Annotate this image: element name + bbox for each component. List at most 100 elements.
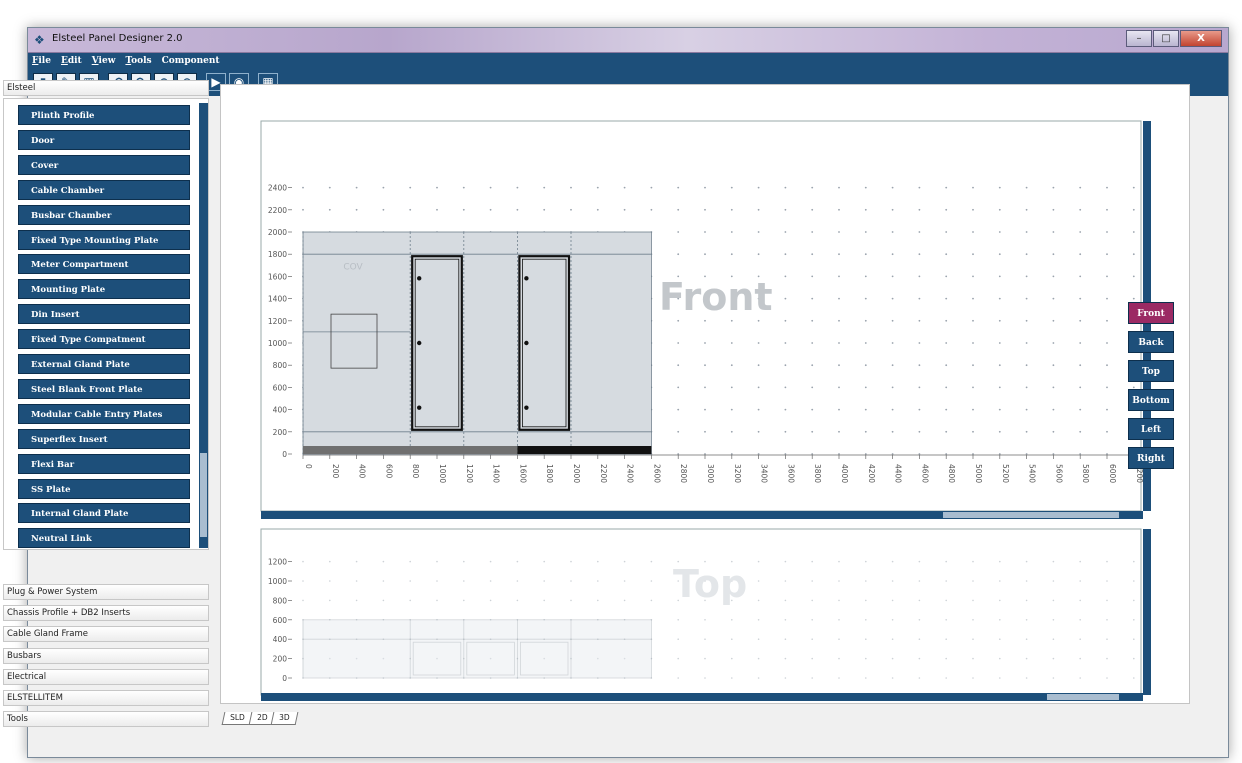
grid-dot <box>811 453 814 455</box>
menu-item-view[interactable]: View <box>92 56 116 66</box>
grid-dot <box>811 599 813 602</box>
view-button-right[interactable]: Right <box>1128 447 1174 469</box>
top-panel-assembly[interactable] <box>302 619 652 679</box>
grid-dot <box>1133 580 1135 582</box>
view-button-bottom[interactable]: Bottom <box>1128 389 1174 411</box>
component-button-ss-plate[interactable]: SS Plate <box>18 478 190 499</box>
category-elsteel[interactable]: Elsteel <box>3 80 209 96</box>
grid-dot <box>999 560 1001 563</box>
menu-item-component[interactable]: Component <box>162 56 220 66</box>
category-chassis-profile-db2-inserts[interactable]: Chassis Profile + DB2 Inserts <box>3 605 209 622</box>
grid-dot <box>1079 186 1082 189</box>
grid-dot <box>570 580 572 582</box>
grid-dot <box>1025 560 1028 563</box>
grid-dot <box>838 386 840 389</box>
grid-dot <box>918 342 921 344</box>
grid-dot <box>1106 231 1108 233</box>
grid-dot <box>757 430 760 433</box>
panel-assembly[interactable]: COV <box>302 231 652 455</box>
grid-dot <box>1106 364 1108 367</box>
top-h-scrollbar[interactable] <box>261 693 1143 701</box>
grid-dot <box>1106 275 1108 278</box>
component-scrollbar[interactable] <box>199 103 208 548</box>
component-button-mounting-plate[interactable]: Mounting Plate <box>18 279 190 300</box>
grid-dot <box>570 208 572 211</box>
component-button-fixed-type-compatment[interactable]: Fixed Type Compatment <box>18 329 190 350</box>
grid-dot <box>382 186 385 189</box>
grid-dot <box>704 253 706 256</box>
close-button[interactable]: X <box>1180 30 1222 47</box>
design-canvas[interactable]: COV2400220020001800160014001200100080060… <box>221 85 1189 703</box>
front-h-scroll-thumb[interactable] <box>943 512 1119 518</box>
minimize-button[interactable]: – <box>1126 30 1152 47</box>
component-button-door[interactable]: Door <box>18 129 190 150</box>
component-button-cover[interactable]: Cover <box>18 154 190 175</box>
category-cable-gland-frame[interactable]: Cable Gland Frame <box>3 626 209 643</box>
grid-dot <box>1025 430 1028 433</box>
x-tick-label: 0 <box>304 464 313 469</box>
top-v-scrollbar[interactable] <box>1143 529 1151 695</box>
grid-dot <box>463 560 465 563</box>
grid-dot <box>677 619 679 621</box>
component-button-modular-cable-entry-plates[interactable]: Modular Cable Entry Plates <box>18 403 190 424</box>
component-button-meter-compartment[interactable]: Meter Compartment <box>18 254 190 275</box>
component-button-external-gland-plate[interactable]: External Gland Plate <box>18 354 190 374</box>
grid-dot <box>918 253 921 256</box>
grid-dot <box>1133 677 1135 679</box>
grid-dot <box>1052 208 1055 211</box>
grid-dot <box>1052 580 1055 582</box>
menu-item-tools[interactable]: Tools <box>125 56 151 66</box>
grid-dot <box>999 657 1001 660</box>
grid-dot <box>811 638 813 640</box>
scrollbar-thumb[interactable] <box>200 453 207 537</box>
x-tick-label: 5000 <box>974 464 983 483</box>
view-button-back[interactable]: Back <box>1128 331 1174 353</box>
category-electrical[interactable]: Electrical <box>3 668 209 685</box>
grid-dot <box>864 208 867 211</box>
component-button-steel-blank-front-plate[interactable]: Steel Blank Front Plate <box>18 378 190 399</box>
component-button-neutral-link[interactable]: Neutral Link <box>18 528 190 549</box>
component-button-busbar-chamber[interactable]: Busbar Chamber <box>18 204 190 225</box>
tab-3d[interactable]: 3D <box>270 712 299 725</box>
component-button-plinth-profile[interactable]: Plinth Profile <box>18 105 190 125</box>
grid-dot <box>757 619 760 621</box>
component-button-flexi-bar[interactable]: Flexi Bar <box>18 453 190 474</box>
grid-dot <box>784 453 787 455</box>
category-busbars[interactable]: Busbars <box>3 647 209 664</box>
grid-dot <box>1106 638 1108 640</box>
grid-dot <box>1106 619 1108 621</box>
category-elstellitem[interactable]: ELSTELLITEM <box>3 690 209 706</box>
grid-dot <box>302 208 304 211</box>
grid-dot <box>998 208 1001 211</box>
grid-dot <box>838 319 840 322</box>
category-plug-power-system[interactable]: Plug & Power System <box>3 584 209 600</box>
view-button-front[interactable]: Front <box>1128 302 1174 324</box>
door-hinge <box>524 405 529 410</box>
component-button-fixed-type-mounting-plate[interactable]: Fixed Type Mounting Plate <box>18 229 190 250</box>
top-panel-body[interactable] <box>302 619 652 679</box>
top-h-scroll-thumb[interactable] <box>1047 694 1119 700</box>
grid-dot <box>730 208 733 211</box>
grid-dot <box>865 619 867 621</box>
grid-dot <box>838 677 840 679</box>
component-button-cable-chamber[interactable]: Cable Chamber <box>18 179 190 200</box>
menu-item-edit[interactable]: Edit <box>61 56 82 66</box>
x-tick-label: 1000 <box>438 464 447 483</box>
view-button-top[interactable]: Top <box>1128 360 1174 382</box>
grid-dot <box>891 408 894 411</box>
menu-item-file[interactable]: File <box>32 56 51 66</box>
maximize-button[interactable]: □ <box>1153 30 1179 47</box>
grid-dot <box>1079 253 1082 256</box>
x-tick-label: 1200 <box>465 464 474 483</box>
grid-dot <box>972 386 974 389</box>
component-button-din-insert[interactable]: Din Insert <box>18 304 190 325</box>
component-button-superflex-insert[interactable]: Superflex Insert <box>18 428 190 449</box>
category-tools[interactable]: Tools <box>3 711 209 728</box>
grid-dot <box>757 386 760 389</box>
grid-dot <box>838 275 840 278</box>
grid-dot <box>972 453 974 455</box>
grid-dot <box>945 231 948 233</box>
grid-dot <box>784 342 787 344</box>
component-button-internal-gland-plate[interactable]: Internal Gland Plate <box>18 503 190 524</box>
view-button-left[interactable]: Left <box>1128 418 1174 440</box>
